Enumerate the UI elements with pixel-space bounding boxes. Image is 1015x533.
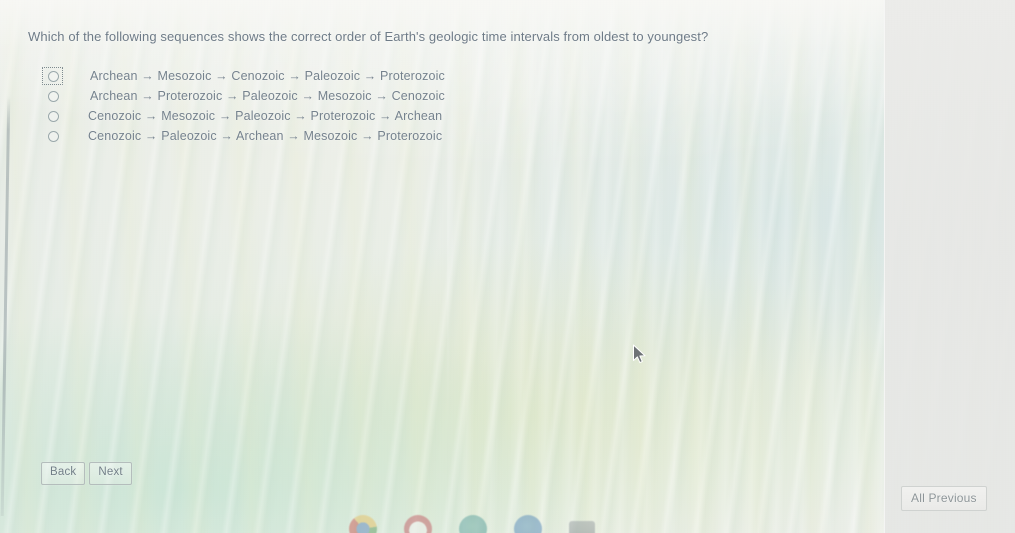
answer-options-group: Archean → Mesozoic → Cenozoic → Paleozoi… [40, 66, 560, 146]
radio-button-icon[interactable] [47, 90, 59, 102]
chrome-icon[interactable] [349, 515, 377, 533]
mouse-cursor [633, 344, 646, 364]
radio-button-icon[interactable] [47, 130, 59, 142]
radio-wrap-2[interactable] [40, 86, 66, 106]
radio-wrap-3[interactable] [40, 106, 66, 126]
radio-wrap-1[interactable] [40, 66, 66, 86]
question-text: Which of the following sequences shows t… [28, 29, 709, 44]
answer-option-label: Archean → Mesozoic → Cenozoic → Paleozoi… [90, 68, 445, 83]
answer-option-label: Archean → Proterozoic → Paleozoic → Meso… [90, 88, 445, 103]
next-button[interactable]: Next [89, 462, 132, 485]
app-grey-icon[interactable] [569, 521, 595, 533]
radio-wrap-4[interactable] [40, 126, 66, 146]
focus-outline-icon [42, 67, 63, 85]
screen: Which of the following sequences shows t… [0, 0, 1015, 533]
back-button[interactable]: Back [41, 462, 86, 485]
app-teal-icon[interactable] [459, 515, 487, 533]
app-red-icon[interactable] [404, 515, 432, 533]
answer-option-1[interactable]: Archean → Mesozoic → Cenozoic → Paleozoi… [40, 66, 560, 86]
app-blue-icon[interactable] [514, 515, 542, 533]
taskbar [0, 507, 1015, 533]
answer-option-label: Cenozoic → Mesozoic → Paleozoic → Proter… [88, 108, 443, 123]
answer-option-4[interactable]: Cenozoic → Paleozoic → Archean → Mesozoi… [40, 126, 560, 146]
answer-option-2[interactable]: Archean → Proterozoic → Paleozoic → Meso… [40, 86, 560, 106]
radio-button-icon[interactable] [47, 110, 59, 122]
navigation-buttons: Back Next [41, 462, 132, 485]
answer-option-3[interactable]: Cenozoic → Mesozoic → Paleozoic → Proter… [40, 106, 560, 126]
answer-option-label: Cenozoic → Paleozoic → Archean → Mesozoi… [88, 128, 443, 143]
